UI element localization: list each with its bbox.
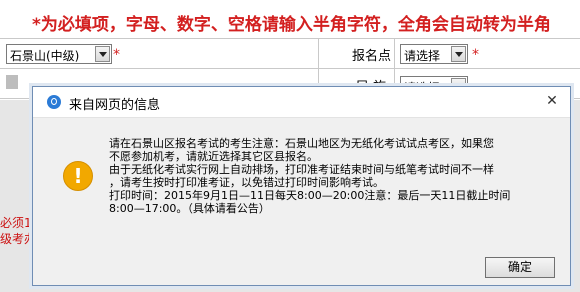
close-icon[interactable]: ✕ (544, 93, 560, 109)
warning-icon: ! (63, 161, 93, 191)
registration-point-label: 报名点 (352, 49, 392, 64)
district-select[interactable]: 石景山(中级) (6, 44, 112, 64)
left-note: 级考办 (0, 232, 37, 246)
dialog-title: 来自网页的信息 (69, 98, 161, 113)
table-divider (0, 68, 580, 69)
chevron-down-icon[interactable] (451, 46, 466, 62)
message-line: ，请考生按时打印准考证，以免错过打印时间影响考试。 (109, 176, 384, 189)
registration-point-select[interactable]: 请选择 (400, 44, 468, 64)
message-line: 请在石景山区报名考试的考生注意：石景山地区为无纸化考试试点考区，如果您 (109, 137, 494, 150)
browser-icon (47, 95, 61, 109)
message-line: 由于无纸化考试实行网上自动排场，打印准考证结束时间与纸笔考试时间不一样 (109, 163, 494, 176)
notice-text: *为必填项，字母、数字、空格请输入半角字符，全角会自动转为半角 (32, 15, 551, 35)
message-line: 不愿参加机考，请就近选择其它区县报名。 (109, 150, 318, 163)
message-dialog: 来自网页的信息 ✕ ! 请在石景山区报名考试的考生注意：石景山地区为无纸化考试试… (32, 86, 571, 286)
required-mark: * (113, 47, 120, 63)
ok-button[interactable]: 确定 (485, 257, 555, 278)
blurred-field (6, 75, 18, 89)
table-divider (0, 38, 580, 39)
message-line: 打印时间：2015年9月1日—11日每天8:00—20:00注意：最后一天11日… (109, 189, 511, 202)
dialog-message: 请在石景山区报名考试的考生注意：石景山地区为无纸化考试试点考区，如果您 不愿参加… (109, 137, 559, 215)
district-select-value: 石景山(中级) (10, 49, 80, 63)
dialog-titlebar[interactable]: 来自网页的信息 ✕ (33, 87, 570, 118)
chevron-down-icon[interactable] (95, 46, 110, 62)
required-mark: * (472, 47, 479, 63)
message-line: 8:00—17:00。（具体请看公告） (109, 202, 270, 215)
registration-point-value: 请选择 (404, 49, 441, 63)
notice-bar: *为必填项，字母、数字、空格请输入半角字符，全角会自动转为半角 (0, 0, 580, 38)
